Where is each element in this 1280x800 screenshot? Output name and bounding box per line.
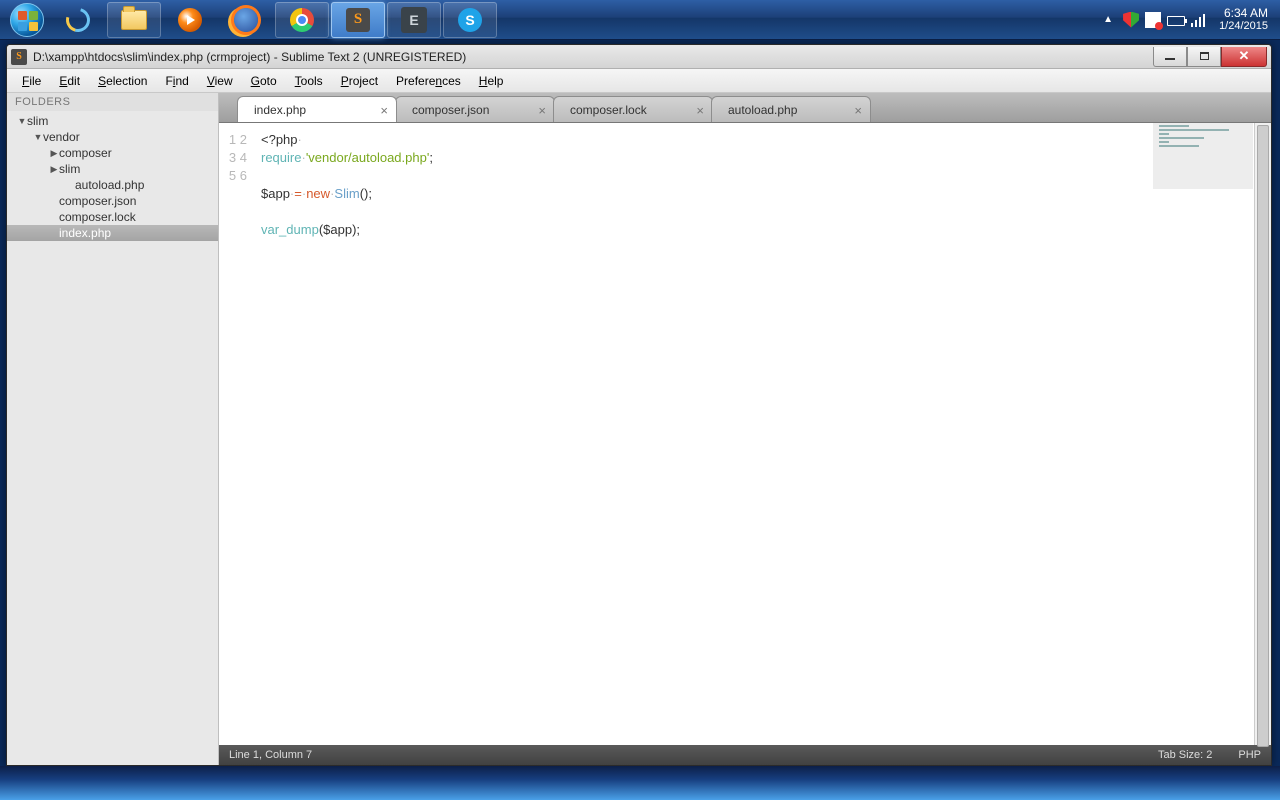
menu-bar: File Edit Selection Find View Goto Tools… [7,69,1271,93]
windows-taskbar: S E S ▲ 6:34 AM 1/24/2015 [0,0,1280,40]
menu-view[interactable]: View [198,71,242,91]
tab-label: composer.lock [570,103,647,117]
menu-project[interactable]: Project [332,71,387,91]
tree-item-label: index.php [59,226,111,240]
firefox-icon [234,8,258,32]
tree-item[interactable]: ▼slim [7,113,218,129]
status-language[interactable]: PHP [1238,749,1261,761]
sidebar-header: FOLDERS [7,93,218,111]
tab-label: autoload.php [728,103,797,117]
tree-item[interactable]: ▼vendor [7,129,218,145]
editor-tab[interactable]: composer.lock × [553,96,713,122]
close-button[interactable]: ✕ [1221,47,1267,67]
window-titlebar[interactable]: S D:\xampp\htdocs\slim\index.php (crmpro… [7,45,1271,69]
maximize-button[interactable] [1187,47,1221,67]
tree-item-label: slim [59,162,80,176]
editor-tab[interactable]: composer.json × [395,96,555,122]
folder-tree: ▼slim▼vendor▶composer▶slimautoload.phpco… [7,111,218,243]
sidebar: FOLDERS ▼slim▼vendor▶composer▶slimautolo… [7,93,219,765]
sublime-icon: S [346,8,370,32]
status-position: Line 1, Column 7 [229,749,312,761]
taskbar-ie[interactable] [51,2,105,38]
taskbar-wmp[interactable] [163,2,217,38]
menu-selection[interactable]: Selection [89,71,156,91]
system-tray: ▲ 6:34 AM 1/24/2015 [1099,0,1280,40]
tab-label: composer.json [412,103,489,117]
tree-item[interactable]: composer.lock [7,209,218,225]
tree-item[interactable]: composer.json [7,193,218,209]
disclosure-triangle-icon: ▶ [49,148,59,159]
app-icon: S [11,49,27,65]
desktop-peek: ‎ ‎ ‎ [0,766,1280,800]
menu-goto[interactable]: Goto [242,71,286,91]
taskbar-firefox[interactable] [219,2,273,38]
disclosure-triangle-icon: ▼ [33,132,43,142]
tree-item[interactable]: ▶composer [7,145,218,161]
evernote-icon: E [401,7,427,33]
tray-overflow-icon[interactable]: ▲ [1099,14,1117,25]
sublime-window: S D:\xampp\htdocs\slim\index.php (crmpro… [6,44,1272,766]
tree-item-label: composer [59,146,112,160]
ie-icon [62,3,95,36]
skype-icon: S [458,8,482,32]
clock-date: 1/24/2015 [1219,20,1268,33]
tree-item-label: composer.lock [59,210,136,224]
security-icon[interactable] [1123,12,1139,28]
network-icon[interactable] [1191,13,1207,27]
tree-item[interactable]: autoload.php [7,177,218,193]
menu-file[interactable]: File [13,71,50,91]
minimize-button[interactable] [1153,47,1187,67]
tab-bar: index.php×composer.json×composer.lock×au… [219,93,1271,123]
folder-icon [121,10,147,30]
line-gutter: 1 2 3 4 5 6 [219,123,257,745]
menu-preferences[interactable]: Preferences [387,71,470,91]
disclosure-triangle-icon: ▶ [49,164,59,175]
menu-find[interactable]: Find [156,71,197,91]
taskbar-chrome[interactable] [275,2,329,38]
chrome-icon [290,8,314,32]
editor[interactable]: 1 2 3 4 5 6 <?php· require·'vendor/autol… [219,123,1271,745]
editor-tab[interactable]: autoload.php × [711,96,871,122]
media-player-icon [178,8,202,32]
minimap[interactable] [1153,123,1253,189]
status-tabsize[interactable]: Tab Size: 2 [1158,749,1212,761]
code-area[interactable]: <?php· require·'vendor/autoload.php'; $a… [257,123,1271,745]
menu-edit[interactable]: Edit [50,71,89,91]
tab-close-icon[interactable]: × [696,103,704,118]
menu-help[interactable]: Help [470,71,513,91]
action-center-icon[interactable] [1145,12,1161,28]
tree-item-label: slim [27,114,48,128]
disclosure-triangle-icon: ▼ [17,116,27,126]
tab-close-icon[interactable]: × [538,103,546,118]
vertical-scrollbar[interactable] [1254,123,1271,745]
tree-item-label: vendor [43,130,80,144]
battery-icon[interactable] [1167,16,1185,26]
tab-label: index.php [254,103,306,117]
taskbar-clock[interactable]: 6:34 AM 1/24/2015 [1213,7,1274,33]
taskbar-sublime[interactable]: S [331,2,385,38]
tab-close-icon[interactable]: × [380,103,388,118]
tree-item-label: composer.json [59,194,136,208]
clock-time: 6:34 AM [1219,7,1268,20]
tree-item[interactable]: index.php [7,225,218,241]
menu-tools[interactable]: Tools [286,71,332,91]
status-bar: Line 1, Column 7 Tab Size: 2 PHP [219,745,1271,765]
taskbar-evernote[interactable]: E [387,2,441,38]
tree-item[interactable]: ▶slim [7,161,218,177]
window-title: D:\xampp\htdocs\slim\index.php (crmproje… [33,50,466,64]
start-button[interactable] [4,2,50,38]
tab-close-icon[interactable]: × [854,103,862,118]
taskbar-explorer[interactable] [107,2,161,38]
editor-tab[interactable]: index.php × [237,96,397,122]
tree-item-label: autoload.php [75,178,144,192]
taskbar-skype[interactable]: S [443,2,497,38]
